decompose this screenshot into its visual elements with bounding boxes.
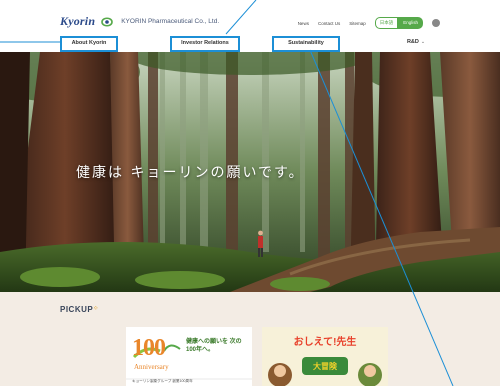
- globe-icon[interactable]: [432, 19, 440, 27]
- nav-rnd[interactable]: R&D ⌄: [396, 36, 436, 48]
- pickup-heading: PICKUP⁘: [60, 305, 99, 314]
- oshiete-subtitle: 大冒険: [313, 362, 337, 371]
- sparkle-icon: ⁘: [93, 306, 99, 312]
- anniversary-headline: 健康への願いを 次の100年へ。: [186, 339, 242, 353]
- lang-japanese-button[interactable]: 日本語: [374, 17, 399, 29]
- contact-link[interactable]: Contact Us: [318, 21, 340, 26]
- language-switcher: 日本語 English: [374, 17, 423, 29]
- logo-mark-icon: [101, 16, 114, 27]
- nav-sustainability-label: Sustainability: [288, 40, 324, 46]
- company-name: KYORIN Pharmaceutical Co., Ltd.: [121, 18, 220, 25]
- anniversary-note: キョーリン製薬グループ 創業100周年: [132, 379, 193, 383]
- sitemap-link[interactable]: Sitemap: [349, 21, 366, 26]
- anniversary-label: Anniversary: [134, 363, 169, 371]
- pickup-title-text: PICKUP: [60, 305, 94, 314]
- chevron-down-icon: ⌄: [420, 39, 426, 45]
- lang-english-button[interactable]: English: [398, 17, 423, 29]
- site-logo[interactable]: Kyorin KYORIN Pharmaceutical Co., Ltd.: [60, 14, 219, 29]
- hero-banner: 健康は キョーリンの願いです。: [0, 52, 500, 292]
- nav-rnd-label: R&D: [406, 39, 419, 45]
- nav-about-kyorin[interactable]: About Kyorin: [60, 36, 118, 52]
- nav-investor-relations[interactable]: Investor Relations: [170, 36, 240, 52]
- news-link[interactable]: News: [298, 21, 309, 26]
- hero-tagline: 健康は キョーリンの願いです。: [76, 165, 305, 181]
- utility-nav: News Contact Us Sitemap 日本語 English: [298, 17, 440, 29]
- main-nav: About Kyorin Investor Relations Sustaina…: [60, 34, 460, 52]
- nav-about-kyorin-label: About Kyorin: [71, 40, 107, 46]
- logo-wordmark: Kyorin: [60, 14, 96, 28]
- oshiete-headline: おしえて!先生: [293, 337, 357, 348]
- pickup-section: PICKUP⁘ 100 健康への願いを 次の100年へ。 Anniversary…: [0, 292, 500, 386]
- nav-sustainability[interactable]: Sustainability: [272, 36, 340, 52]
- pickup-card-oshiete[interactable]: おしえて!先生 大冒険: [262, 327, 388, 386]
- site-header: Kyorin KYORIN Pharmaceutical Co., Ltd. N…: [0, 0, 500, 52]
- pickup-card-anniversary[interactable]: 100 健康への願いを 次の100年へ。 Anniversary キョーリン製薬…: [126, 327, 252, 386]
- anniversary-100-text: 100: [132, 335, 166, 361]
- page: Kyorin KYORIN Pharmaceutical Co., Ltd. N…: [0, 0, 500, 386]
- nav-investor-relations-label: Investor Relations: [181, 40, 229, 46]
